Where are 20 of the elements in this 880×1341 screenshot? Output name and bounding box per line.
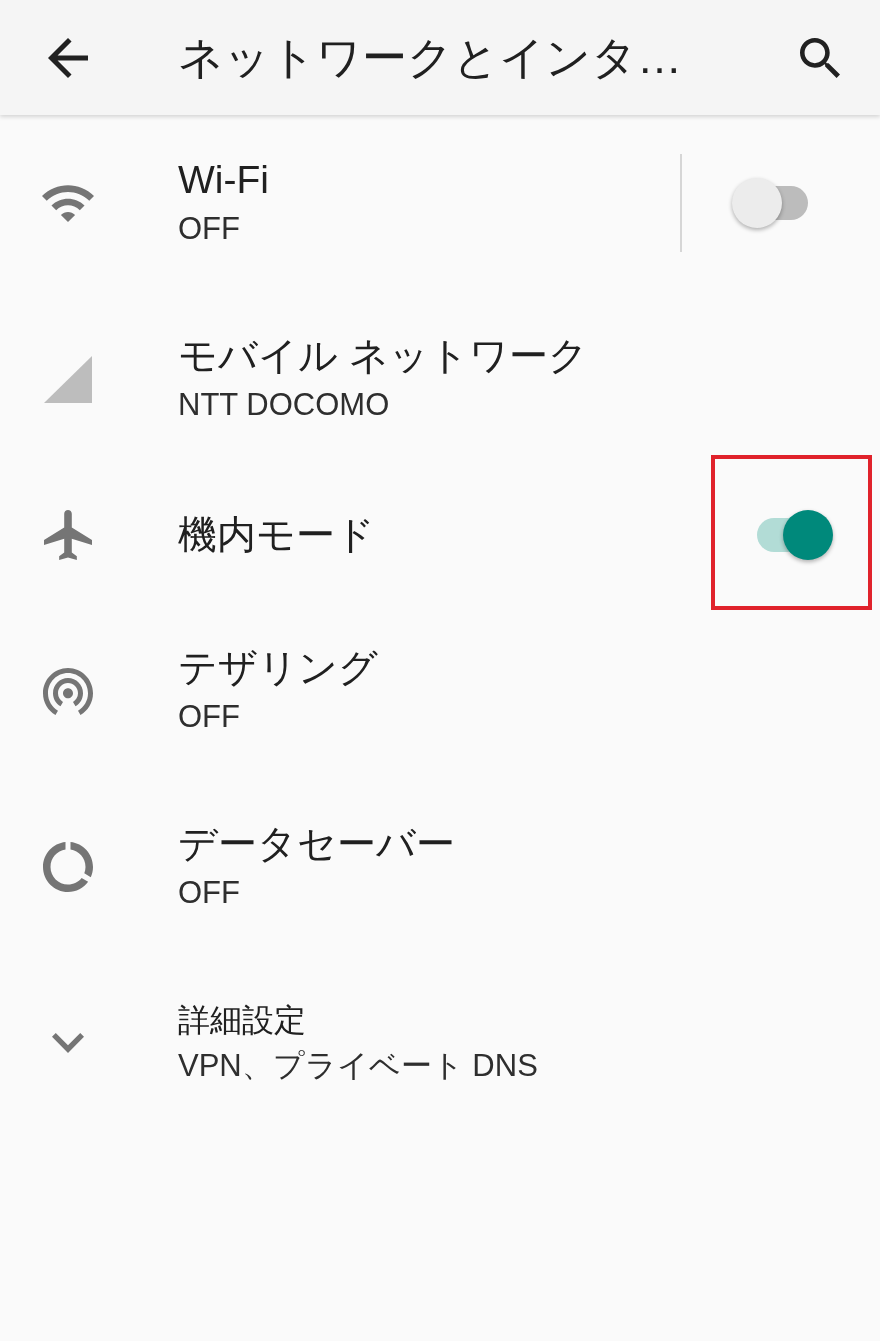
setting-summary: OFF — [178, 874, 240, 912]
page-title: ネットワークとインタ… — [178, 30, 683, 85]
setting-title: モバイル ネットワーク — [178, 333, 588, 379]
hotspot-icon — [43, 667, 93, 715]
wifi-icon — [42, 184, 94, 222]
setting-title: Wi-Fi — [178, 157, 269, 203]
search-icon — [800, 37, 840, 78]
setting-summary: NTT DOCOMO — [178, 386, 390, 424]
setting-title: 機内モード — [178, 512, 375, 558]
setting-summary: OFF — [178, 698, 240, 736]
chevron-down-icon — [52, 1033, 84, 1053]
airplane-icon — [44, 510, 92, 560]
signal-triangle-icon — [44, 355, 92, 403]
arrow-left-icon — [48, 37, 88, 78]
setting-summary: VPN、プライベート DNS — [178, 1047, 538, 1085]
setting-title: データセーバー — [178, 821, 455, 867]
broken-ring-icon — [43, 842, 93, 892]
setting-title: テザリング — [178, 645, 378, 691]
setting-summary: OFF — [178, 210, 240, 248]
setting-title: 詳細設定 — [178, 1001, 306, 1040]
